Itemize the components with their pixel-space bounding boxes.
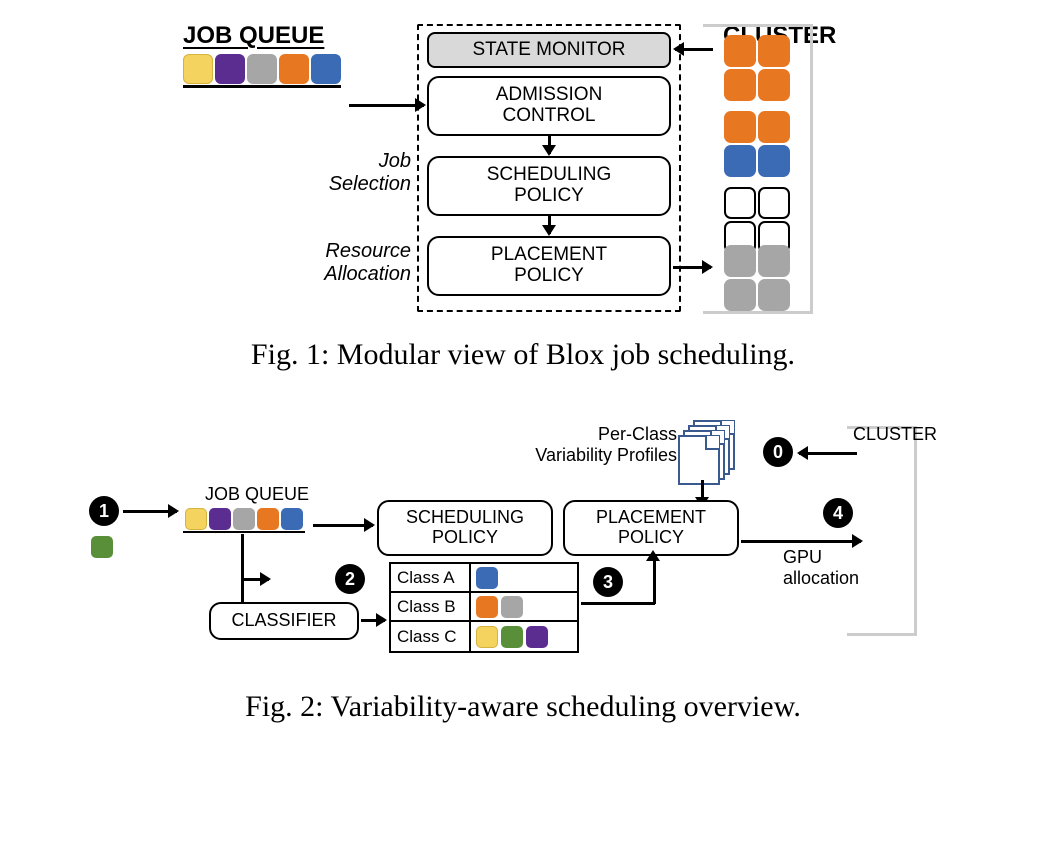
gpu-chip [758,35,790,67]
admission-control-module: ADMISSION CONTROL [427,76,671,136]
job-chip [501,596,523,618]
table-row: Class B [391,593,577,622]
module-label: ADMISSION CONTROL [496,85,603,127]
job-chip [476,567,498,589]
gpu-chip [758,111,790,143]
scheduling-policy-module: SCHEDULING POLICY [427,156,671,216]
module-label: STATE MONITOR [472,40,625,61]
gpu-chip [724,111,756,143]
job-selection-label: Job Selection [311,150,411,196]
module-label: SCHEDULING POLICY [487,165,612,207]
cluster-panel [703,24,813,314]
gpu-chip [724,35,756,67]
classifier-module: CLASSIFIER [209,602,359,640]
job-chip [183,54,213,84]
gpu-chip [724,145,756,177]
job-chip [281,508,303,530]
arrow-icon [548,136,551,154]
job-chip [247,54,277,84]
job-chip [476,596,498,618]
badge-0: 0 [763,437,793,467]
gpu-chip [724,279,756,311]
figure-1: JOB QUEUE CLUSTER STATE MONITOR ADMISSIO… [50,20,996,372]
job-chip [257,508,279,530]
class-name: Class A [391,564,471,591]
job-chip [311,54,341,84]
incoming-job-chip [91,536,113,558]
job-chip [233,508,255,530]
line [581,602,655,605]
profiles-icon [679,420,739,480]
arrow-icon [349,104,424,107]
job-chip [526,626,548,648]
fig2-caption: Fig. 2: Variability-aware scheduling ove… [50,690,996,724]
job-chip [501,626,523,648]
arrow-icon [361,619,385,622]
class-table: Class A Class B Class C [389,562,579,653]
arrow-icon [313,524,373,527]
scheduling-policy-module: SCHEDULING POLICY [377,500,553,556]
cluster-title: CLUSTER [853,424,937,445]
fig2-diagram: CLUSTER Per-Class Variability Profiles 0… [83,412,963,672]
job-chip [209,508,231,530]
job-chip [215,54,245,84]
module-label: PLACEMENT POLICY [491,245,607,287]
arrow-icon [741,540,861,543]
gpu-chip [724,187,756,219]
gpu-node [724,35,790,101]
gpu-chip [758,279,790,311]
module-label: PLACEMENT POLICY [596,508,706,548]
figure-2: CLUSTER Per-Class Variability Profiles 0… [50,412,996,724]
gpu-node [724,187,790,253]
class-name: Class C [391,622,471,651]
job-queue-title: JOB QUEUE [205,484,309,505]
gpu-chip [724,69,756,101]
gpu-chip [724,245,756,277]
class-chips [471,567,503,589]
class-name: Class B [391,593,471,620]
state-monitor-module: STATE MONITOR [427,32,671,68]
badge-4: 4 [823,498,853,528]
gpu-chip [758,145,790,177]
class-chips [471,596,528,618]
class-chips [471,626,553,648]
fig1-caption: Fig. 1: Modular view of Blox job schedul… [50,338,996,372]
placement-policy-module: PLACEMENT POLICY [563,500,739,556]
gpu-chip [758,69,790,101]
arrow-icon [548,216,551,234]
gpu-chip [758,187,790,219]
gpu-node [724,245,790,311]
table-row: Class A [391,564,577,593]
job-queue [183,508,305,533]
arrow-icon [799,452,857,455]
job-queue [183,54,341,88]
placement-policy-module: PLACEMENT POLICY [427,236,671,296]
job-chip [279,54,309,84]
perclass-label: Per-Class Variability Profiles [487,424,677,466]
gpu-chip [758,245,790,277]
job-chip [476,626,498,648]
job-chip [185,508,207,530]
badge-2: 2 [335,564,365,594]
arrow-icon [241,578,269,581]
resource-allocation-label: Resource Allocation [303,240,411,286]
arrow-icon [123,510,177,513]
line [653,558,656,604]
fig1-diagram: JOB QUEUE CLUSTER STATE MONITOR ADMISSIO… [163,20,883,320]
arrow-up-icon [646,550,660,561]
module-label: CLASSIFIER [231,611,336,631]
badge-3: 3 [593,567,623,597]
badge-1: 1 [89,496,119,526]
cluster-panel [847,426,917,636]
module-label: SCHEDULING POLICY [406,508,524,548]
gpu-node [724,111,790,177]
gpu-allocation-label: GPU allocation [783,547,903,589]
job-queue-title: JOB QUEUE [183,22,324,50]
table-row: Class C [391,622,577,651]
